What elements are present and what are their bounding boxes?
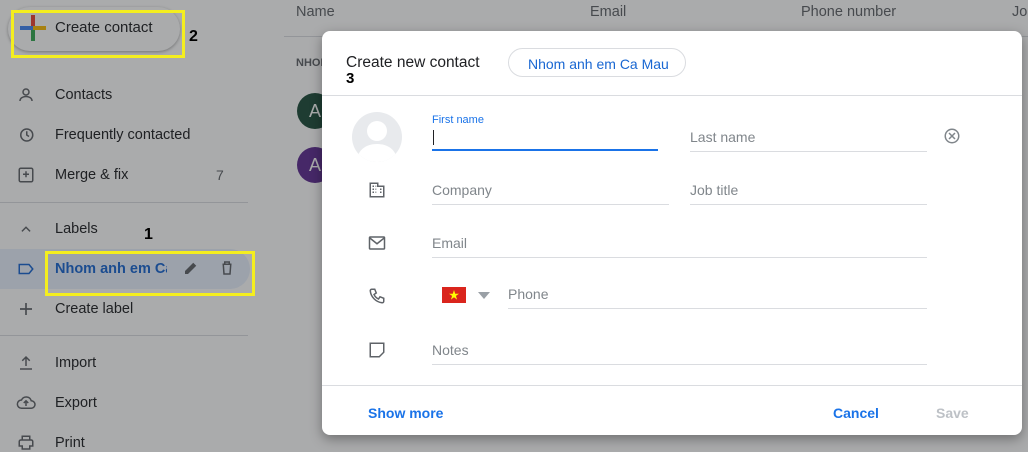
phone-input[interactable]: Phone <box>508 284 927 309</box>
notes-placeholder: Notes <box>432 342 469 358</box>
first-name-input[interactable] <box>432 127 658 151</box>
dialog-title: Create new contact <box>346 54 480 71</box>
job-title-placeholder: Job title <box>690 182 739 198</box>
email-icon <box>367 233 387 253</box>
create-contact-dialog: Create new contact 3 Nhom anh em Ca Mau … <box>322 31 1022 435</box>
annotation-number-2: 2 <box>189 28 198 45</box>
phone-icon <box>367 286 387 306</box>
clear-circle-icon[interactable] <box>942 126 962 146</box>
annotation-number-1: 1 <box>144 226 153 243</box>
notes-input[interactable]: Notes <box>432 340 927 365</box>
save-button[interactable]: Save <box>936 405 969 421</box>
notes-icon <box>367 340 387 360</box>
company-placeholder: Company <box>432 182 492 198</box>
dialog-footer-divider <box>322 385 1022 386</box>
label-chip-text: Nhom anh em Ca Mau <box>528 56 669 72</box>
label-chip[interactable]: Nhom anh em Ca Mau <box>508 48 686 77</box>
job-title-input[interactable]: Job title <box>690 180 927 205</box>
building-icon <box>367 180 387 200</box>
text-cursor <box>433 130 434 145</box>
show-more-button[interactable]: Show more <box>368 405 443 421</box>
annotation-box-create-contact <box>11 10 185 58</box>
person-silhouette-icon <box>357 121 397 162</box>
vietnam-flag-icon <box>442 287 466 303</box>
dropdown-arrow-icon <box>478 292 490 299</box>
phone-placeholder: Phone <box>508 286 549 302</box>
contact-photo-placeholder[interactable] <box>352 112 402 162</box>
email-placeholder: Email <box>432 235 468 251</box>
last-name-input[interactable]: Last name <box>690 127 927 152</box>
cancel-button[interactable]: Cancel <box>833 405 879 421</box>
first-name-label: First name <box>432 114 484 126</box>
last-name-placeholder: Last name <box>690 129 756 145</box>
dialog-header-divider <box>322 95 1022 96</box>
country-selector[interactable] <box>442 285 494 305</box>
annotation-box-label <box>45 251 255 296</box>
company-input[interactable]: Company <box>432 180 669 205</box>
annotation-number-3: 3 <box>346 70 355 87</box>
email-input[interactable]: Email <box>432 233 927 258</box>
